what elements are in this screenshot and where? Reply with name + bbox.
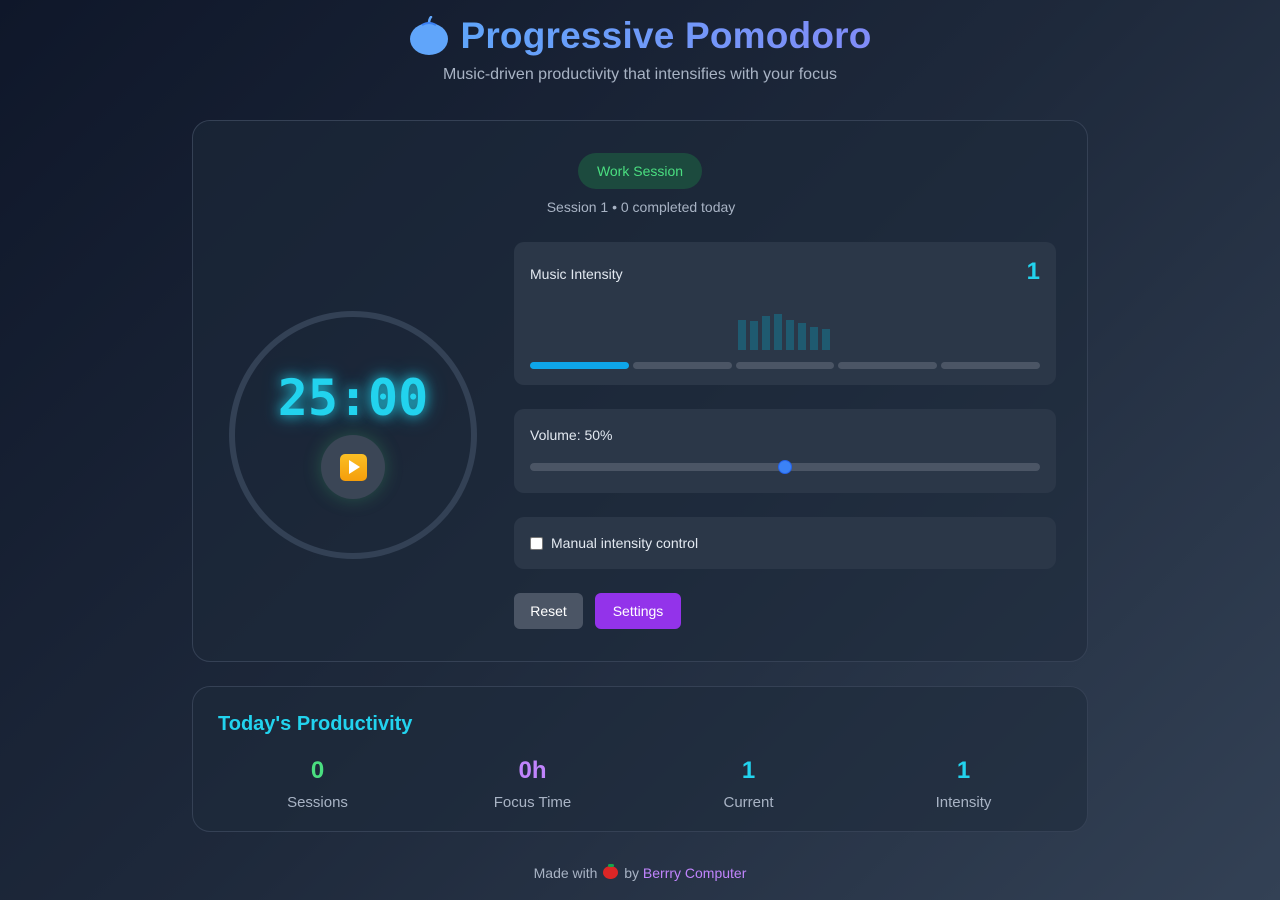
stat-value: 1 [741,757,756,784]
music-intensity-panel: Music Intensity 1 [514,242,1056,385]
tomato-emoji-icon [603,864,619,879]
audio-visualizer [738,312,832,350]
stat-focus-time: 0h Focus Time [425,757,640,811]
visualizer-bar [810,327,818,350]
volume-label: Volume: 50% [530,427,613,443]
stat-current: 1 Current [641,757,856,811]
footer: Made with by Berrry Computer [0,864,1280,881]
stat-value: 0 [310,757,325,784]
stat-label: Intensity [935,794,992,811]
manual-intensity-label: Manual intensity control [551,535,699,551]
visualizer-bar [762,316,770,350]
app-header: Progressive Pomodoro Music-driven produc… [0,14,1280,84]
timer-display: 25:00 [277,369,429,427]
app-title: Progressive Pomodoro [460,15,872,56]
intensity-segment [941,362,1040,369]
footer-by: by [624,865,640,881]
stat-label: Focus Time [493,794,572,811]
intensity-segment [632,362,732,369]
stats-title: Today's Productivity [218,713,413,735]
intensity-segment [735,362,835,369]
timer-card: Work Session Session 1 • 0 completed tod… [192,120,1088,662]
manual-intensity-checkbox[interactable] [530,536,543,550]
music-intensity-label: Music Intensity [530,266,623,282]
visualizer-bar [738,320,746,350]
app-subtitle: Music-driven productivity that intensifi… [443,66,837,83]
stat-label: Sessions [287,794,348,811]
volume-panel: Volume: 50% [514,409,1056,493]
session-type-badge: Work Session [578,153,702,189]
intensity-segment [838,362,938,369]
intensity-segment [530,362,629,369]
play-icon [339,453,367,481]
volume-slider[interactable] [530,460,1040,474]
play-button[interactable] [321,435,385,499]
settings-button[interactable]: Settings [595,593,681,629]
title-row: Progressive Pomodoro [0,14,1280,58]
music-intensity-value: 1 [1026,258,1040,285]
tomato-icon [410,16,449,55]
visualizer-bar [822,329,830,350]
session-info: Session 1 • 0 completed today [546,199,736,215]
timer-ring: 25:00 [229,311,477,559]
visualizer-bar [798,323,806,350]
stat-intensity: 1 Intensity [856,757,1071,811]
stat-label: Current [723,794,774,811]
visualizer-bar [774,314,782,350]
volume-slider-thumb[interactable] [778,460,792,474]
stat-value: 0h [518,757,547,784]
manual-intensity-panel: Manual intensity control [514,517,1056,569]
visualizer-bar [786,320,794,350]
footer-prefix: Made with [533,865,598,881]
intensity-level-bar [530,362,1040,369]
stat-value: 1 [956,757,971,784]
stat-sessions: 0 Sessions [210,757,425,811]
visualizer-bar [750,321,758,350]
reset-button[interactable]: Reset [514,593,583,629]
productivity-stats-card: Today's Productivity 0 Sessions 0h Focus… [192,686,1088,832]
berrry-computer-link[interactable]: Berrry Computer [643,865,746,881]
